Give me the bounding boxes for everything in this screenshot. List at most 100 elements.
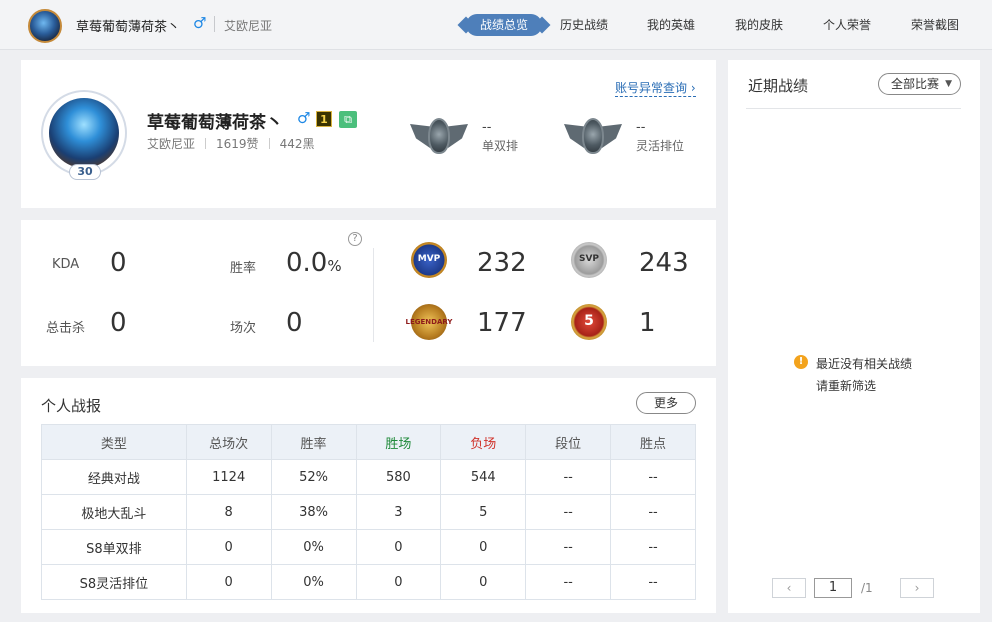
recent-title: 近期战绩 <box>748 77 809 95</box>
column-header: 胜场 <box>355 424 442 460</box>
kills-value: 0 <box>110 308 127 338</box>
column-header: 总场次 <box>185 424 272 460</box>
table-cell: 8 <box>185 494 272 530</box>
table-cell: 0% <box>270 564 357 600</box>
svp-badge-icon: SVP <box>563 236 615 288</box>
divider <box>373 248 374 342</box>
table-row: S8灵活排位 0 0% 0 0 -- -- <box>41 564 696 600</box>
table-cell: -- <box>610 564 696 600</box>
tab-history[interactable]: 历史战绩 <box>560 14 608 36</box>
games-value: 0 <box>286 308 303 338</box>
table-cell: 极地大乱斗 <box>41 494 187 530</box>
prev-page-button[interactable]: ‹ <box>772 578 806 598</box>
mvp-badge-icon: MVP <box>403 236 455 288</box>
tab-honors[interactable]: 个人荣誉 <box>823 14 871 36</box>
region-label: 艾欧尼亚 <box>224 19 273 33</box>
table-cell: -- <box>610 494 696 530</box>
chevron-down-icon: ▼ <box>945 79 952 89</box>
winrate-label: 胜率 <box>230 261 257 276</box>
legendary-badge-icon: LEGENDARY <box>403 298 455 350</box>
table-cell: 580 <box>355 459 442 495</box>
divider <box>746 108 961 109</box>
recent-matches-card: 近期战绩 全部比赛 ▼ ! 最近没有相关战绩 请重新筛选 ‹ 1 /1 › <box>728 60 980 613</box>
stats-card: KDA 0 胜率 0.0% ? 总击杀 0 场次 0 MVP 232 SVP 2… <box>21 220 716 366</box>
kills-label: 总击杀 <box>46 321 86 336</box>
empty-hint: 请重新筛选 <box>816 379 877 393</box>
kda-value: 0 <box>110 248 127 278</box>
table-cell: 0 <box>355 529 442 565</box>
table-cell: S8灵活排位 <box>41 564 187 600</box>
tab-overview[interactable]: 战绩总览 <box>466 14 543 36</box>
flex-rank-value: -- <box>636 120 646 135</box>
table-cell: 0 <box>185 529 272 565</box>
solo-rank-emblem-icon <box>408 116 470 160</box>
table-cell: -- <box>525 564 612 600</box>
tab-heroes[interactable]: 我的英雄 <box>647 14 695 36</box>
table-cell: -- <box>610 459 696 495</box>
table-cell: -- <box>525 494 612 530</box>
male-gender-icon: ♂ <box>193 14 207 32</box>
table-row: 极地大乱斗 8 38% 3 5 -- -- <box>41 494 696 530</box>
avatar[interactable] <box>28 9 62 43</box>
match-filter-dropdown[interactable]: 全部比赛 ▼ <box>878 73 961 95</box>
table-header-row: 类型 总场次 胜率 胜场 负场 段位 胜点 <box>41 424 696 460</box>
empty-message: 最近没有相关战绩 <box>816 357 913 371</box>
table-cell: 52% <box>270 459 357 495</box>
column-header: 胜率 <box>270 424 357 460</box>
warning-icon: ! <box>794 355 808 369</box>
kda-label: KDA <box>52 257 80 272</box>
winrate-value: 0.0% <box>286 248 342 278</box>
next-page-button[interactable]: › <box>900 578 934 598</box>
table-cell: 0 <box>185 564 272 600</box>
table-cell: 0% <box>270 529 357 565</box>
table-cell: -- <box>525 529 612 565</box>
tab-skins[interactable]: 我的皮肤 <box>735 14 783 36</box>
profile-card: 30 草莓葡萄薄荷茶丶 ♂ 1 ⧉ 艾欧尼亚 1619赞 442黑 账号异常查询 ›… <box>21 60 716 208</box>
column-header: 段位 <box>525 424 612 460</box>
table-cell: -- <box>610 529 696 565</box>
column-header: 负场 <box>440 424 527 460</box>
likes-count: 1619赞 <box>216 137 259 151</box>
more-button[interactable]: 更多 <box>636 392 696 414</box>
report-table: 类型 总场次 胜率 胜场 负场 段位 胜点 经典对战 1124 52% 580 … <box>41 424 696 600</box>
profile-region: 艾欧尼亚 <box>147 137 196 151</box>
player-name: 草莓葡萄薄荷茶丶 <box>76 20 181 35</box>
male-gender-icon: ♂ <box>297 109 311 127</box>
profile-name: 草莓葡萄薄荷茶丶 <box>147 113 283 133</box>
games-label: 场次 <box>230 321 257 336</box>
flex-rank-emblem-icon <box>562 116 624 160</box>
flex-rank-label: 灵活排位 <box>636 139 685 153</box>
table-cell: 5 <box>440 494 527 530</box>
divider <box>214 16 215 32</box>
penta-kill-badge-icon: 5 <box>563 298 615 350</box>
table-cell: 38% <box>270 494 357 530</box>
table-row: 经典对战 1124 52% 580 544 -- -- <box>41 459 696 495</box>
rank-number-icon: 1 <box>316 111 332 127</box>
table-cell: 0 <box>440 564 527 600</box>
table-cell: 544 <box>440 459 527 495</box>
penta-kill-count: 1 <box>639 308 656 338</box>
solo-rank-label: 单双排 <box>482 139 519 153</box>
profile-meta: 艾欧尼亚 1619赞 442黑 <box>147 135 314 152</box>
level-badge: 30 <box>69 164 101 180</box>
profile-avatar <box>49 98 119 168</box>
tab-honor-screenshots[interactable]: 荣誉截图 <box>911 14 959 36</box>
page-total: /1 <box>861 581 873 595</box>
table-cell: 0 <box>355 564 442 600</box>
legendary-count: 177 <box>477 308 527 338</box>
copy-icon[interactable]: ⧉ <box>339 111 357 128</box>
top-bar: 草莓葡萄薄荷茶丶 ♂ 艾欧尼亚 战绩总览 历史战绩 我的英雄 我的皮肤 个人荣誉… <box>0 0 992 50</box>
table-cell: -- <box>525 459 612 495</box>
report-title: 个人战报 <box>41 397 102 415</box>
mvp-count: 232 <box>477 248 527 278</box>
table-row: S8单双排 0 0% 0 0 -- -- <box>41 529 696 565</box>
table-cell: 3 <box>355 494 442 530</box>
svp-count: 243 <box>639 248 689 278</box>
account-check-link[interactable]: 账号异常查询 › <box>615 81 696 97</box>
help-icon[interactable]: ? <box>348 232 362 246</box>
page-number-input[interactable]: 1 <box>814 578 852 598</box>
column-header: 胜点 <box>610 424 696 460</box>
column-header: 类型 <box>41 424 187 460</box>
table-cell: 经典对战 <box>41 459 187 495</box>
table-cell: S8单双排 <box>41 529 187 565</box>
